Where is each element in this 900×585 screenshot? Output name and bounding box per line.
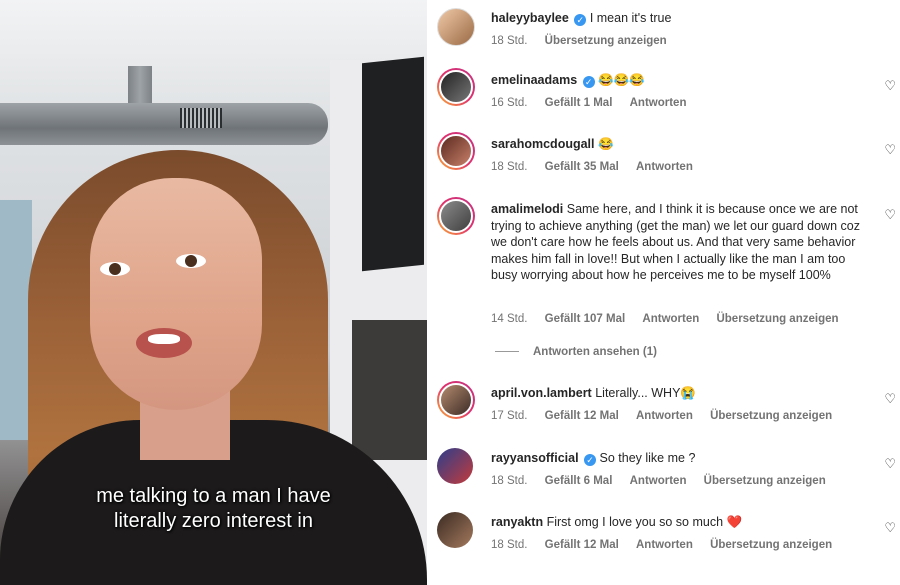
person-face (90, 178, 262, 410)
person-eye-right (176, 254, 206, 268)
video-frame[interactable]: me talking to a man I have literally zer… (0, 0, 427, 585)
caption-line-2: literally zero interest in (114, 510, 313, 532)
comment-text: First omg I love you so so much ❤️ (546, 515, 743, 529)
view-replies-button[interactable]: Antworten ansehen (1) (495, 346, 657, 358)
comments-panel[interactable]: haleyybaylee ✓ I mean it's true 18 Std. … (427, 0, 900, 585)
comment-username[interactable]: haleyybaylee (491, 11, 569, 25)
comment-username[interactable]: rayyansofficial (491, 451, 579, 465)
avatar[interactable] (437, 8, 475, 46)
avatar[interactable] (437, 512, 473, 548)
comment-time: 17 Std. (491, 410, 528, 422)
comment-time: 18 Std. (491, 161, 528, 173)
avatar[interactable] (437, 132, 475, 170)
comment-text: 😂😂😂 (598, 73, 645, 87)
comment-text: I mean it's true (589, 11, 672, 25)
reply-button[interactable]: Antworten (642, 313, 699, 325)
reply-button[interactable]: Antworten (636, 539, 693, 551)
avatar[interactable] (437, 448, 473, 484)
translate-link[interactable]: Übersetzung anzeigen (545, 35, 667, 47)
reply-button[interactable]: Antworten (636, 410, 693, 422)
heart-icon[interactable]: ♡ (884, 456, 896, 472)
comment-username[interactable]: sarahomcdougall (491, 137, 595, 151)
verified-badge-icon: ✓ (574, 14, 587, 26)
avatar[interactable] (437, 68, 475, 106)
divider-line (495, 351, 519, 353)
comment-time: 16 Std. (491, 97, 528, 109)
caption-line-1: me talking to a man I have (96, 485, 331, 507)
person-eye-left (100, 262, 130, 276)
translate-link[interactable]: Übersetzung anzeigen (704, 475, 826, 487)
heart-icon[interactable]: ♡ (884, 78, 896, 94)
avatar[interactable] (437, 197, 475, 235)
likes-count[interactable]: Gefällt 12 Mal (545, 539, 619, 551)
person-mouth (136, 328, 192, 358)
avatar[interactable] (437, 381, 475, 419)
video-caption: me talking to a man I have literally zer… (0, 484, 427, 534)
shelf (352, 320, 427, 460)
verified-badge-icon: ✓ (582, 76, 595, 88)
likes-count[interactable]: Gefällt 35 Mal (545, 161, 619, 173)
tv (362, 56, 424, 272)
duct-pipe (128, 66, 152, 106)
comment-username[interactable]: april.von.lambert (491, 386, 592, 400)
translate-link[interactable]: Übersetzung anzeigen (710, 410, 832, 422)
heart-icon[interactable]: ♡ (884, 207, 896, 223)
comment-text: 😂 (597, 137, 614, 151)
likes-count[interactable]: Gefällt 6 Mal (545, 475, 613, 487)
heart-icon[interactable]: ♡ (884, 142, 896, 158)
air-duct (0, 103, 328, 145)
reply-button[interactable]: Antworten (630, 475, 687, 487)
likes-count[interactable]: Gefällt 107 Mal (545, 313, 626, 325)
reply-button[interactable]: Antworten (636, 161, 693, 173)
likes-count[interactable]: Gefällt 1 Mal (545, 97, 613, 109)
comment-time: 18 Std. (491, 475, 528, 487)
comment-username[interactable]: amalimelodi (491, 202, 563, 216)
heart-icon[interactable]: ♡ (884, 520, 896, 536)
view-replies-label: Antworten ansehen (1) (533, 346, 657, 358)
comment-time: 18 Std. (491, 35, 528, 47)
comment-time: 14 Std. (491, 313, 528, 325)
comment-username[interactable]: emelinaadams (491, 73, 577, 87)
translate-link[interactable]: Übersetzung anzeigen (710, 539, 832, 551)
likes-count[interactable]: Gefällt 12 Mal (545, 410, 619, 422)
heart-icon[interactable]: ♡ (884, 391, 896, 407)
comment-text: Literally... WHY😭 (595, 386, 696, 400)
comment-text: So they like me ? (599, 451, 696, 465)
reply-button[interactable]: Antworten (630, 97, 687, 109)
verified-badge-icon: ✓ (584, 454, 597, 466)
comment-username[interactable]: ranyaktn (491, 515, 543, 529)
comment-time: 18 Std. (491, 539, 528, 551)
duct-vent (180, 108, 222, 128)
translate-link[interactable]: Übersetzung anzeigen (716, 313, 838, 325)
